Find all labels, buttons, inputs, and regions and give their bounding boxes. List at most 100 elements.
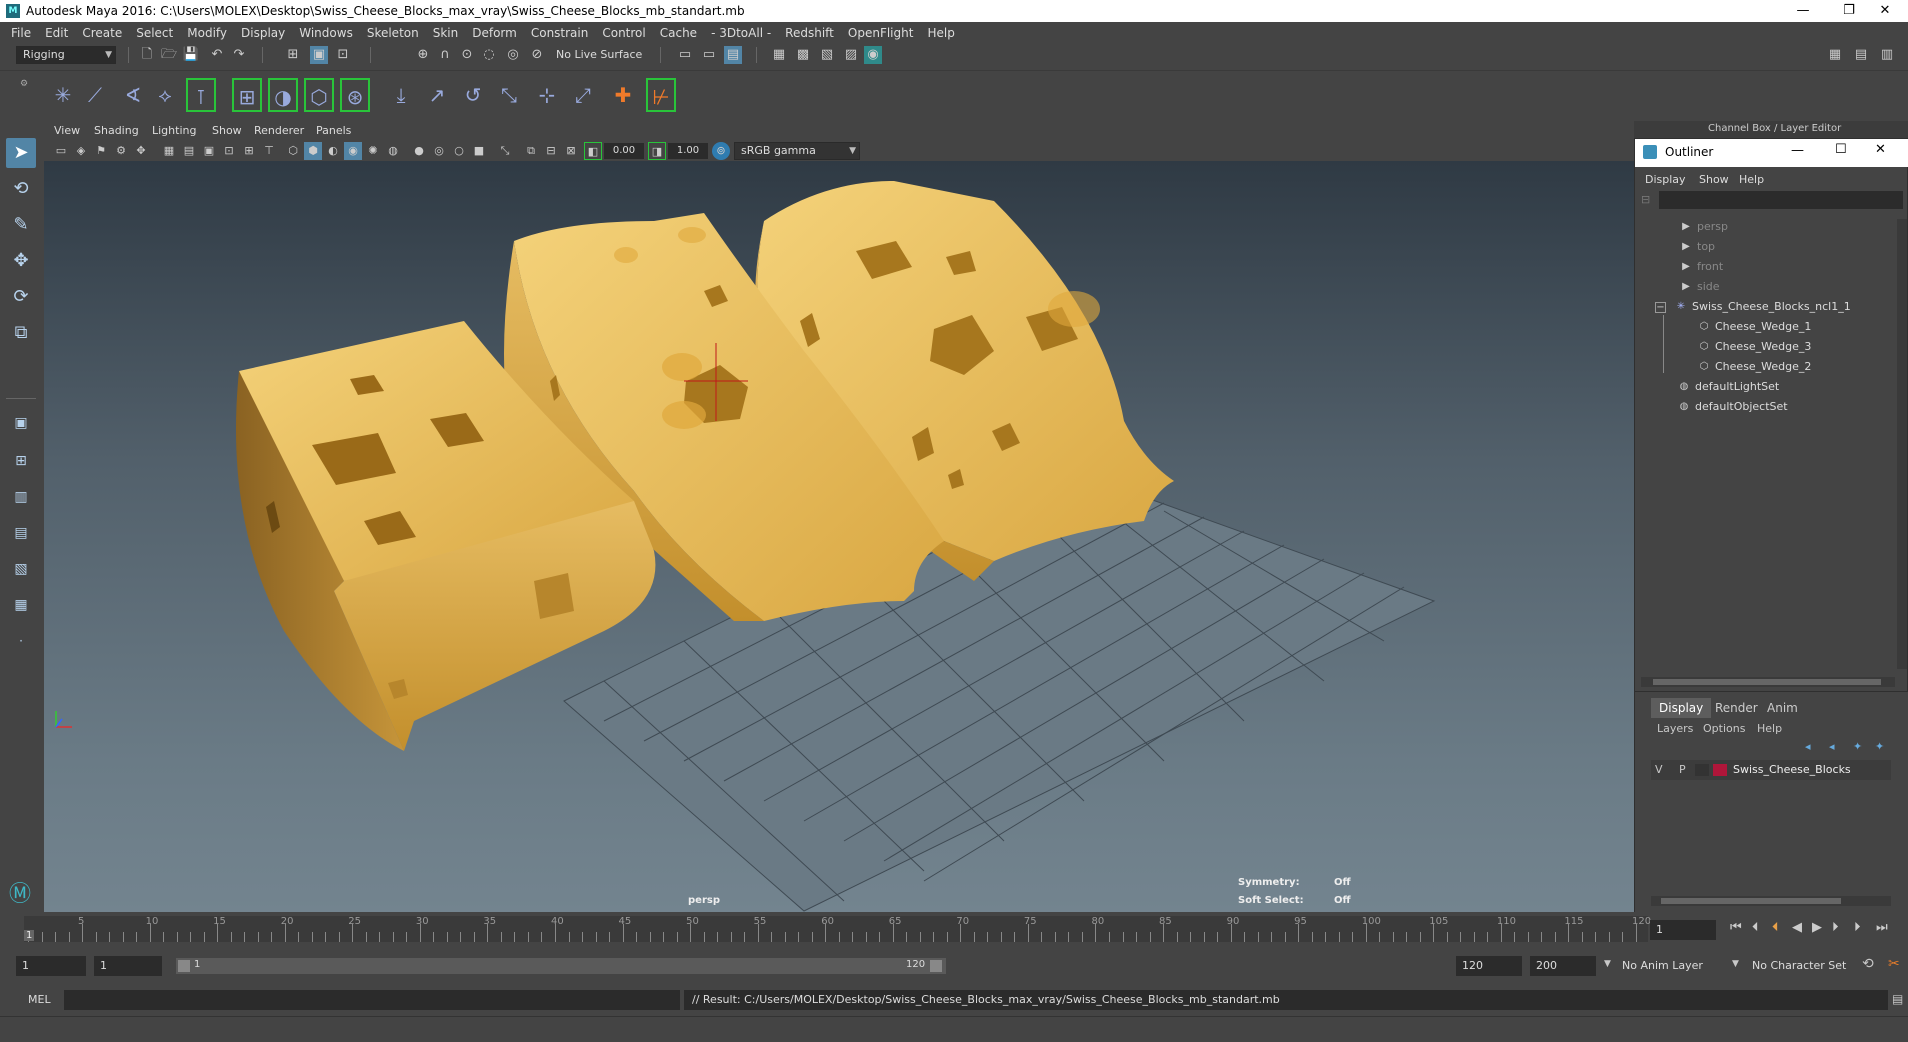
- tab-display[interactable]: Display: [1651, 698, 1712, 718]
- blend-shape-icon[interactable]: ⊛: [340, 78, 370, 112]
- hypershade-icon[interactable]: ◉: [864, 46, 882, 64]
- panel-menu-panels[interactable]: Panels: [316, 124, 351, 137]
- safe-action-icon[interactable]: ⊤: [260, 142, 278, 160]
- character-set-dropdown[interactable]: No Character Set: [1752, 959, 1846, 972]
- paint-weights-icon[interactable]: ⊞: [232, 78, 262, 112]
- play-forwards-icon[interactable]: ▶: [1812, 920, 1822, 935]
- menu-deform[interactable]: Deform: [465, 26, 524, 40]
- shadows-icon[interactable]: ◍: [384, 142, 402, 160]
- channel-box-toggle-icon[interactable]: ▥: [1878, 46, 1896, 64]
- go-to-start-icon[interactable]: ⏮: [1730, 920, 1742, 935]
- layer-horizontal-scrollbar[interactable]: [1651, 896, 1891, 906]
- panel-menu-view[interactable]: View: [54, 124, 80, 137]
- panel-menu-show[interactable]: Show: [212, 124, 242, 137]
- render-settings-icon[interactable]: ▨: [842, 46, 860, 64]
- go-to-end-icon[interactable]: ⏭: [1876, 920, 1888, 935]
- lasso-tool-icon[interactable]: ⟲: [6, 174, 36, 204]
- xray-joints-icon[interactable]: ⊟: [542, 142, 560, 160]
- menu-cache[interactable]: Cache: [653, 26, 704, 40]
- four-view-layout-icon[interactable]: ⊞: [6, 446, 36, 476]
- cluster-icon[interactable]: ◑: [268, 78, 298, 112]
- outliner-horizontal-scrollbar[interactable]: [1641, 677, 1895, 687]
- layer-menu-options[interactable]: Options: [1703, 722, 1745, 735]
- snap-grid-icon[interactable]: ⊕: [414, 46, 432, 64]
- layer-type-toggle[interactable]: [1695, 764, 1709, 776]
- layer-visibility-toggle[interactable]: V: [1655, 763, 1663, 776]
- single-view-layout-icon[interactable]: ▣: [6, 408, 36, 438]
- open-scene-icon[interactable]: 🗁: [160, 46, 178, 64]
- modeling-toolkit-icon[interactable]: ▦: [1826, 46, 1844, 64]
- script-language-toggle[interactable]: MEL: [28, 993, 51, 1006]
- ik-spline-icon[interactable]: ∢: [118, 78, 148, 112]
- command-input[interactable]: [64, 990, 680, 1010]
- menu-skeleton[interactable]: Skeleton: [360, 26, 426, 40]
- gamma-field[interactable]: 1.00: [668, 143, 708, 159]
- menu-display[interactable]: Display: [234, 26, 292, 40]
- parent-constraint-icon[interactable]: ⊹: [532, 78, 562, 112]
- layer-color-swatch[interactable]: [1713, 764, 1727, 776]
- lattice-icon[interactable]: ⬡: [304, 78, 334, 112]
- menu-modify[interactable]: Modify: [180, 26, 234, 40]
- range-start-handle[interactable]: [178, 960, 190, 972]
- tab-anim[interactable]: Anim: [1759, 698, 1806, 718]
- xray-components-icon[interactable]: ⊠: [562, 142, 580, 160]
- undo-icon[interactable]: ↶: [208, 46, 226, 64]
- camera-attributes-icon[interactable]: ◈: [72, 142, 90, 160]
- set-driven-key-icon[interactable]: ⊬: [646, 78, 676, 112]
- menu-redshift[interactable]: Redshift: [778, 26, 841, 40]
- view-transform-icon[interactable]: ✥: [132, 142, 150, 160]
- gate-mask-icon[interactable]: ⊡: [220, 142, 238, 160]
- menu-openflight[interactable]: OpenFlight: [841, 26, 921, 40]
- menu-control[interactable]: Control: [595, 26, 652, 40]
- new-layer-icon[interactable]: ✦: [1853, 740, 1862, 753]
- outliner-item-front[interactable]: ▶ front: [1635, 257, 1895, 277]
- image-plane-icon[interactable]: ⚙: [112, 142, 130, 160]
- select-object-icon[interactable]: ▣: [310, 46, 328, 64]
- paint-select-tool-icon[interactable]: ✎: [6, 210, 36, 240]
- outliner-menu-show[interactable]: Show: [1699, 173, 1729, 186]
- new-layer-selected-icon[interactable]: ✦: [1875, 740, 1884, 753]
- make-live-icon[interactable]: ⊘: [528, 46, 546, 64]
- bookmarks-icon[interactable]: ⚑: [92, 142, 110, 160]
- script-editor-icon[interactable]: ▤: [1892, 992, 1903, 1006]
- chevron-down-icon[interactable]: ▼: [1732, 959, 1739, 969]
- tab-render[interactable]: Render: [1707, 698, 1766, 718]
- step-back-icon[interactable]: ⏴: [1752, 920, 1759, 935]
- animation-start-field[interactable]: 1: [16, 956, 86, 976]
- menu-select[interactable]: Select: [129, 26, 180, 40]
- step-back-key-icon[interactable]: ⏴: [1772, 920, 1779, 935]
- select-tool-icon[interactable]: ➤: [6, 138, 36, 168]
- depth-of-field-icon[interactable]: ■: [470, 142, 488, 160]
- step-forward-icon[interactable]: ⏵: [1854, 920, 1861, 935]
- outliner-item-default-light-set[interactable]: ◍ defaultLightSet: [1635, 377, 1895, 397]
- joint-tool-icon[interactable]: ✳: [48, 78, 78, 112]
- film-gate-icon[interactable]: ▤: [180, 142, 198, 160]
- scrollbar-thumb[interactable]: [1653, 679, 1881, 685]
- collapse-icon[interactable]: −: [1655, 301, 1666, 313]
- color-management-icon[interactable]: ⊚: [712, 142, 730, 160]
- outliner-item-cheese-wedge-1[interactable]: ⬡ Cheese_Wedge_1: [1635, 317, 1895, 337]
- render-view-icon[interactable]: ▦: [770, 46, 788, 64]
- color-space-dropdown[interactable]: sRGB gamma ▼: [734, 142, 860, 160]
- time-slider[interactable]: 5 10 15 20 25 30 35 40 45 50 55 60 65 70 75 80 85 90 95 100…: [24, 916, 1651, 942]
- menu-file[interactable]: File: [4, 26, 38, 40]
- output-ops-icon[interactable]: ▭: [700, 46, 718, 64]
- field-chart-icon[interactable]: ⊞: [240, 142, 258, 160]
- outliner-item-cheese-wedge-2[interactable]: ⬡ Cheese_Wedge_2: [1635, 357, 1895, 377]
- exposure-icon[interactable]: ◧: [584, 142, 602, 160]
- outliner-item-group[interactable]: − ✳ Swiss_Cheese_Blocks_ncl1_1: [1635, 297, 1895, 317]
- scale-tool-icon[interactable]: ⧉: [6, 318, 36, 348]
- grid-toggle-icon[interactable]: ▦: [160, 142, 178, 160]
- panel-menu-shading[interactable]: Shading: [94, 124, 139, 137]
- chevron-down-icon[interactable]: ▼: [1604, 959, 1611, 969]
- menu-skin[interactable]: Skin: [426, 26, 466, 40]
- render-frame-icon[interactable]: ▩: [794, 46, 812, 64]
- layer-menu-layers[interactable]: Layers: [1657, 722, 1693, 735]
- maximize-icon[interactable]: ☐: [1835, 142, 1847, 157]
- locator-icon[interactable]: ✚: [608, 78, 638, 112]
- insert-joint-icon[interactable]: ⟡: [150, 78, 180, 112]
- wireframe-icon[interactable]: ⬡: [284, 142, 302, 160]
- ik-handle-icon[interactable]: ⟋: [80, 78, 110, 112]
- outliner-item-top[interactable]: ▶ top: [1635, 237, 1895, 257]
- orient-constraint-icon[interactable]: ↺: [458, 78, 488, 112]
